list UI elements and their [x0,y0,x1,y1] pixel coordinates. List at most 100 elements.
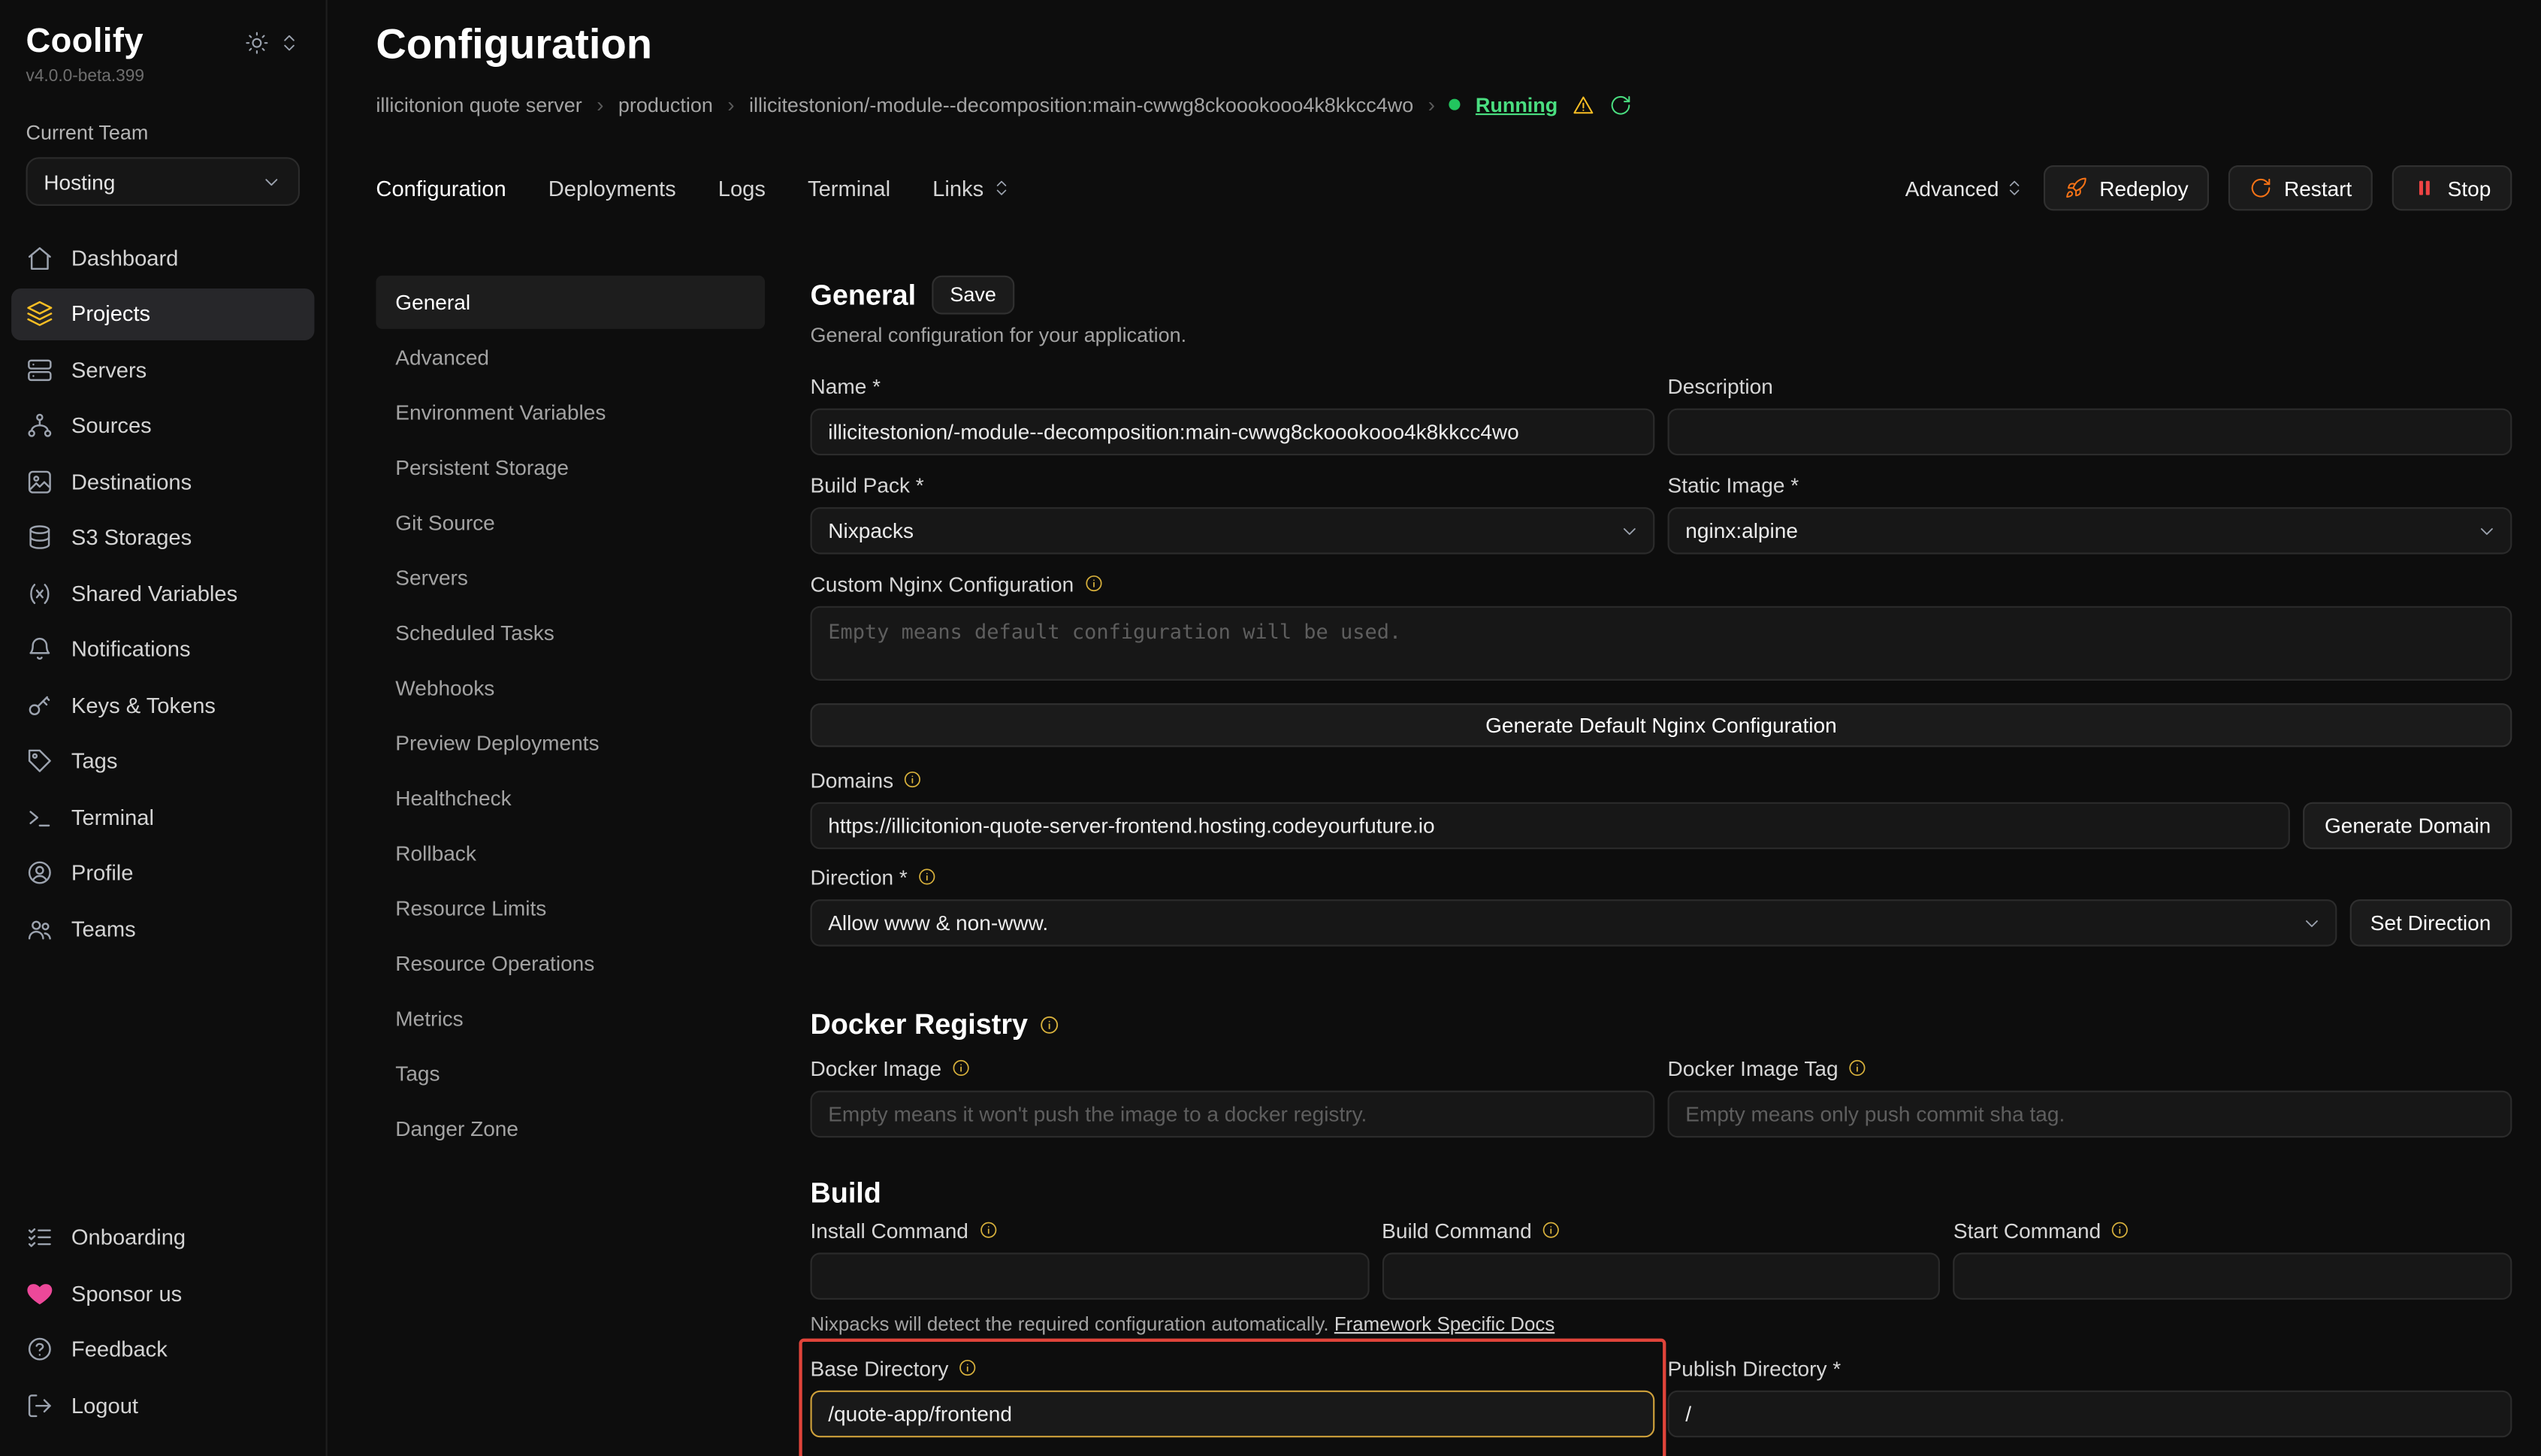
status-running-link[interactable]: Running [1476,93,1558,116]
info-icon[interactable] [1542,1220,1561,1240]
sidebar-item-dashboard[interactable]: Dashboard [11,231,314,283]
subnav-item-resource-limits[interactable]: Resource Limits [376,881,765,935]
subnav-item-git-source[interactable]: Git Source [376,496,765,549]
chevrons-up-down-icon[interactable] [279,32,300,53]
subnav-item-webhooks[interactable]: Webhooks [376,661,765,714]
set-direction-button[interactable]: Set Direction [2349,899,2512,947]
sidebar-item-logout[interactable]: Logout [11,1379,314,1431]
info-icon[interactable] [951,1059,971,1078]
sidebar-item-shared-variables[interactable]: Shared Variables [11,567,314,619]
subnav-item-scheduled-tasks[interactable]: Scheduled Tasks [376,606,765,660]
sidebar-item-sponsor[interactable]: Sponsor us [11,1267,314,1319]
team-selector-value: Hosting [44,169,115,193]
sidebar-item-teams[interactable]: Teams [11,902,314,954]
sidebar-item-label: Teams [71,917,136,941]
terminal-icon [26,803,54,831]
nginx-config-textarea[interactable] [811,606,2512,681]
name-input[interactable] [811,409,1655,456]
sidebar-item-onboarding[interactable]: Onboarding [11,1211,314,1263]
subnav-item-persistent-storage[interactable]: Persistent Storage [376,441,765,494]
info-icon[interactable] [1848,1059,1868,1078]
tab-deployments[interactable]: Deployments [548,176,676,200]
generate-nginx-button[interactable]: Generate Default Nginx Configuration [811,703,2512,747]
sidebar-item-projects[interactable]: Projects [11,288,314,340]
sidebar-item-keys-tokens[interactable]: Keys & Tokens [11,679,314,731]
sidebar-item-terminal[interactable]: Terminal [11,791,314,843]
build-command-input[interactable] [1382,1252,1940,1300]
install-command-input[interactable] [811,1252,1369,1300]
sidebar-item-feedback[interactable]: Feedback [11,1323,314,1375]
stop-button[interactable]: Stop [2392,165,2512,210]
subnav-item-danger-zone[interactable]: Danger Zone [376,1102,765,1155]
framework-docs-link[interactable]: Framework Specific Docs [1334,1313,1555,1335]
base-directory-input[interactable] [811,1391,1655,1438]
subnav-item-general[interactable]: General [376,276,765,329]
subnav-item-rollback[interactable]: Rollback [376,826,765,880]
subnav-item-advanced[interactable]: Advanced [376,331,765,384]
domains-input[interactable] [811,802,2291,850]
install-command-label: Install Command [811,1217,1369,1243]
base-directory-label: Base Directory [811,1355,1655,1381]
info-icon[interactable] [978,1220,998,1240]
team-selector[interactable]: Hosting [26,157,301,206]
info-icon[interactable] [1083,574,1103,594]
tab-logs[interactable]: Logs [718,176,766,200]
subnav-item-healthcheck[interactable]: Healthcheck [376,772,765,825]
sidebar-item-label: Logout [71,1393,138,1417]
sidebar-item-sources[interactable]: Sources [11,400,314,452]
sidebar-item-label: Notifications [71,637,191,661]
docker-image-input[interactable] [811,1091,1655,1138]
sidebar: Coolify v4.0.0-beta.399 Current Team Hos… [0,0,328,1456]
info-icon[interactable] [903,770,923,790]
restart-button[interactable]: Restart [2229,165,2373,210]
info-icon[interactable] [2110,1220,2130,1240]
redeploy-button[interactable]: Redeploy [2044,165,2210,210]
variables-icon [26,579,54,607]
subnav-item-metrics[interactable]: Metrics [376,992,765,1045]
advanced-toggle[interactable]: Advanced [1905,176,2025,200]
refresh-status-icon[interactable] [1609,93,1632,116]
generate-domain-button[interactable]: Generate Domain [2304,802,2512,850]
start-command-input[interactable] [1953,1252,2512,1300]
direction-select[interactable]: Allow www & non-www. [811,899,2337,947]
git-source-icon [26,412,54,440]
coolify-app: Coolify v4.0.0-beta.399 Current Team Hos… [0,0,2541,1456]
save-button[interactable]: Save [932,276,1014,315]
info-icon[interactable] [917,867,937,887]
breadcrumb-application[interactable]: illicitestonion/-module--decomposition:m… [749,93,1413,116]
breadcrumb-environment[interactable]: production [618,93,713,116]
tab-terminal[interactable]: Terminal [808,176,890,200]
theme-toggle-sun-icon[interactable] [245,30,269,54]
info-icon[interactable] [958,1358,977,1378]
info-icon[interactable] [1039,1014,1060,1035]
advanced-toggle-label: Advanced [1905,176,1999,200]
breadcrumb-project[interactable]: illicitonion quote server [376,93,582,116]
name-label: Name * [811,373,1655,399]
chevron-down-icon [261,171,282,192]
main-content: Configuration illicitonion quote server … [328,0,2541,1456]
build-pack-select[interactable]: Nixpacks [811,507,1655,554]
publish-directory-input[interactable] [1668,1391,2512,1438]
sidebar-item-label: Servers [71,358,147,382]
sidebar-item-tags[interactable]: Tags [11,735,314,787]
chevron-down-icon [2301,912,2322,933]
static-image-select[interactable]: nginx:alpine [1668,507,2512,554]
docker-image-tag-input[interactable] [1668,1091,2512,1138]
restart-icon [2250,177,2273,199]
sidebar-item-profile[interactable]: Profile [11,847,314,899]
sidebar-item-s3-storages[interactable]: S3 Storages [11,512,314,563]
subnav-item-environment-variables[interactable]: Environment Variables [376,385,765,439]
subnav-item-preview-deployments[interactable]: Preview Deployments [376,716,765,769]
tab-links[interactable]: Links [932,176,1011,200]
app-logo[interactable]: Coolify [26,23,144,62]
warning-icon[interactable] [1573,93,1595,116]
tab-configuration[interactable]: Configuration [376,176,506,200]
sidebar-item-notifications[interactable]: Notifications [11,623,314,675]
sidebar-item-destinations[interactable]: Destinations [11,455,314,507]
subnav-item-servers[interactable]: Servers [376,551,765,604]
publish-directory-field: Publish Directory * [1668,1355,2512,1437]
description-input[interactable] [1668,409,2512,456]
subnav-item-resource-operations[interactable]: Resource Operations [376,937,765,990]
subnav-item-tags[interactable]: Tags [376,1047,765,1100]
sidebar-item-servers[interactable]: Servers [11,343,314,395]
